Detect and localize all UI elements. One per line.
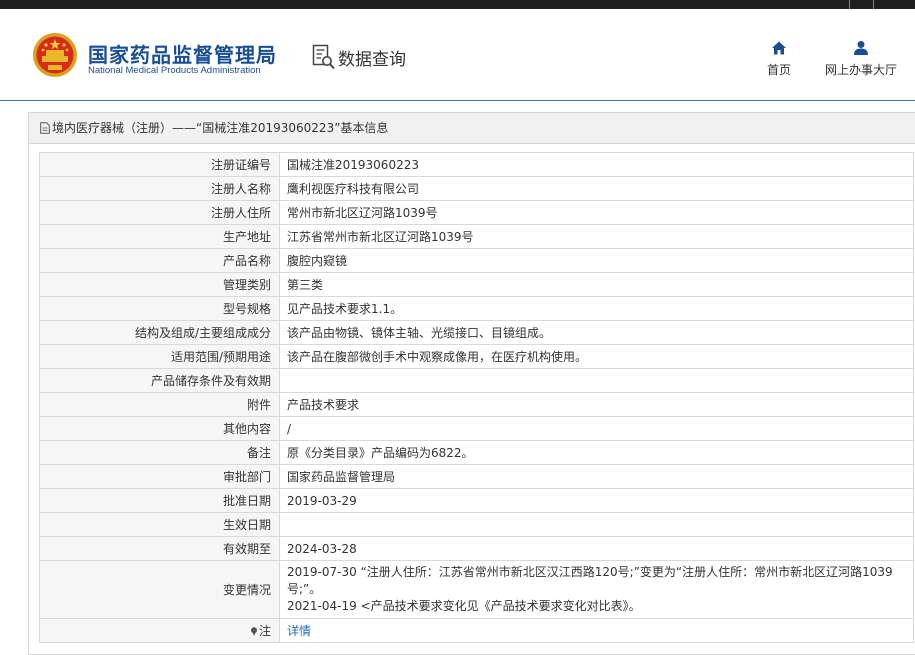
data-query-label: 数据查询 — [338, 49, 406, 70]
document-search-icon — [312, 44, 335, 70]
table-row: 审批部门 国家药品监督管理局 — [39, 464, 914, 489]
panel-title-bar: 境内医疗器械（注册）——“国械注准20193060223”基本信息 — [29, 113, 915, 144]
row-value: 该产品由物镜、镜体主轴、光缆接口、目镜组成。 — [279, 320, 914, 345]
table-row: 批准日期 2019-03-29 — [39, 488, 914, 513]
pin-icon — [250, 627, 257, 636]
nav-online-service-hall[interactable]: 网上办事大厅 — [823, 40, 899, 78]
row-label: 备注 — [39, 440, 280, 465]
row-value: 2024-03-28 — [279, 536, 914, 561]
change-history-value: 2019-07-30 “注册人住所：江苏省常州市新北区汉江西路120号;”变更为… — [279, 560, 914, 619]
row-label: 有效期至 — [39, 536, 280, 561]
browser-top-bar — [0, 0, 915, 9]
change-entry: 2021-04-19 <产品技术要求变化见《产品技术要求变化对比表》。 — [287, 599, 641, 613]
change-history-row: 变更情况 2019-07-30 “注册人住所：江苏省常州市新北区汉江西路120号… — [39, 560, 914, 619]
data-query-link[interactable]: 数据查询 — [312, 44, 406, 70]
row-value: 国家药品监督管理局 — [279, 464, 914, 489]
note-row: 注 详情 — [39, 618, 914, 643]
table-row: 产品名称 腹腔内窥镜 — [39, 248, 914, 273]
row-value: 鹰利视医疗科技有限公司 — [279, 176, 914, 201]
panel-title: 境内医疗器械（注册）——“国械注准20193060223”基本信息 — [52, 120, 389, 135]
document-icon — [40, 122, 50, 134]
note-value-cell: 详情 — [279, 618, 914, 643]
row-label: 其他内容 — [39, 416, 280, 441]
row-label: 附件 — [39, 392, 280, 417]
nav-online-service-hall-label: 网上办事大厅 — [824, 63, 897, 77]
row-value: 原《分类目录》产品编码为6822。 — [279, 440, 914, 465]
table-row: 注册人名称 鹰利视医疗科技有限公司 — [39, 176, 914, 201]
row-label: 注册人名称 — [39, 176, 280, 201]
row-label: 适用范围/预期用途 — [39, 344, 280, 369]
row-label: 生效日期 — [39, 512, 280, 537]
org-name-cn[interactable]: 国家药品监督管理局 — [88, 39, 277, 68]
row-label: 审批部门 — [39, 464, 280, 489]
row-value: 国械注准20193060223 — [279, 152, 914, 177]
table-row: 结构及组成/主要组成成分 该产品由物镜、镜体主轴、光缆接口、目镜组成。 — [39, 320, 914, 345]
row-label: 生产地址 — [39, 224, 280, 249]
row-value: 2019-03-29 — [279, 488, 914, 513]
note-label-cell: 注 — [39, 618, 280, 643]
row-value: / — [279, 416, 914, 441]
nav-home[interactable]: 首页 — [764, 40, 794, 78]
row-value — [279, 368, 914, 393]
row-value: 产品技术要求 — [279, 392, 914, 417]
row-label: 批准日期 — [39, 488, 280, 513]
row-label: 注册人住所 — [39, 200, 280, 225]
row-value: 第三类 — [279, 272, 914, 297]
row-label: 产品储存条件及有效期 — [39, 368, 280, 393]
row-label: 型号规格 — [39, 296, 280, 321]
table-row: 生效日期 — [39, 512, 914, 537]
registration-info-table: 注册证编号 国械注准20193060223 注册人名称 鹰利视医疗科技有限公司 注册… — [39, 152, 914, 643]
table-row: 注册人住所 常州市新北区辽河路1039号 — [39, 200, 914, 225]
details-link[interactable]: 详情 — [287, 624, 311, 638]
top-bar-divider — [849, 0, 850, 9]
row-label: 结构及组成/主要组成成分 — [39, 320, 280, 345]
row-value: 常州市新北区辽河路1039号 — [279, 200, 914, 225]
change-entry: 2019-07-30 “注册人住所：江苏省常州市新北区汉江西路120号;”变更为… — [287, 565, 893, 596]
table-row: 备注 原《分类目录》产品编码为6822。 — [39, 440, 914, 465]
home-icon — [772, 41, 786, 55]
row-label: 注册证编号 — [39, 152, 280, 177]
table-row: 产品储存条件及有效期 — [39, 368, 914, 393]
table-row: 有效期至 2024-03-28 — [39, 536, 914, 561]
nav-home-label: 首页 — [766, 63, 791, 77]
table-row: 注册证编号 国械注准20193060223 — [39, 152, 914, 177]
row-label: 产品名称 — [39, 248, 280, 273]
row-value: 江苏省常州市新北区辽河路1039号 — [279, 224, 914, 249]
row-value — [279, 512, 914, 537]
change-history-label: 变更情况 — [39, 560, 280, 619]
row-label: 管理类别 — [39, 272, 280, 297]
detail-panel: 境内医疗器械（注册）——“国械注准20193060223”基本信息 注册证编号国… — [28, 112, 915, 655]
table-row: 生产地址 江苏省常州市新北区辽河路1039号 — [39, 224, 914, 249]
user-icon — [854, 41, 868, 55]
table-row: 附件 产品技术要求 — [39, 392, 914, 417]
row-value: 该产品在腹部微创手术中观察成像用，在医疗机构使用。 — [279, 344, 914, 369]
table-row: 型号规格 见产品技术要求1.1。 — [39, 296, 914, 321]
site-header: 国家药品监督管理局 National Medical Products Admi… — [0, 9, 915, 101]
row-value: 腹腔内窥镜 — [279, 248, 914, 273]
table-row: 其他内容 / — [39, 416, 914, 441]
org-name-en[interactable]: National Medical Products Administration — [88, 65, 261, 76]
note-label: 注 — [258, 624, 271, 638]
top-bar-divider — [873, 0, 874, 9]
table-row: 适用范围/预期用途 该产品在腹部微创手术中观察成像用，在医疗机构使用。 — [39, 344, 914, 369]
row-value: 见产品技术要求1.1。 — [279, 296, 914, 321]
national-emblem-icon — [33, 33, 77, 77]
table-row: 管理类别 第三类 — [39, 272, 914, 297]
